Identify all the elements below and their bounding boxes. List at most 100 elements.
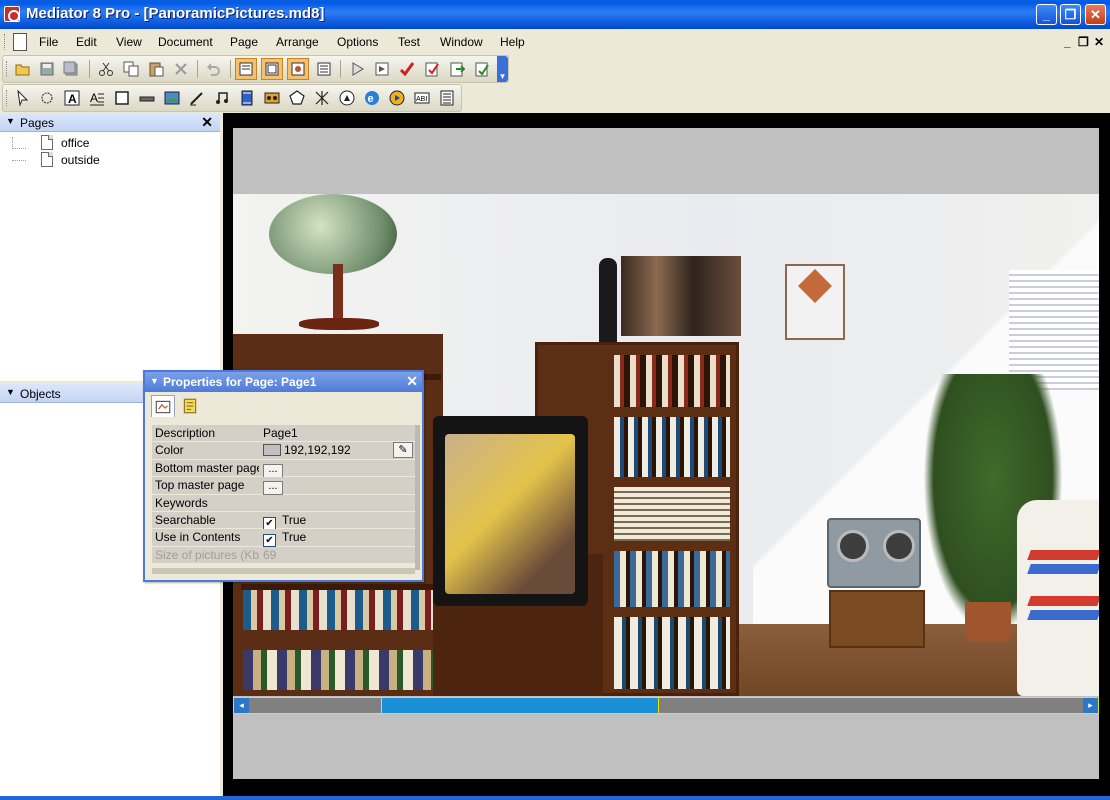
- color-value-cell[interactable]: 192,192,192 ✎: [260, 442, 415, 459]
- pointer-icon[interactable]: [15, 90, 31, 106]
- text-tool-icon[interactable]: A: [64, 90, 80, 106]
- mdi-restore-button[interactable]: ❐: [1078, 35, 1089, 49]
- document-icon[interactable]: [13, 33, 27, 51]
- description-value[interactable]: Page1: [260, 425, 415, 441]
- window-blinds: [1009, 270, 1099, 390]
- picture-view-icon[interactable]: [290, 61, 306, 77]
- play-icon[interactable]: [349, 61, 365, 77]
- use-in-contents-value[interactable]: ✔ True: [260, 529, 415, 548]
- property-grid: Description Page1 Color 192,192,192 ✎ Bo…: [152, 425, 415, 565]
- media-player-icon[interactable]: [389, 90, 405, 106]
- export-icon[interactable]: [449, 61, 465, 77]
- compass-tool-icon[interactable]: [339, 90, 355, 106]
- properties-scrollbar[interactable]: [415, 425, 420, 570]
- menubar-grip[interactable]: [4, 34, 7, 50]
- menu-document[interactable]: Document: [158, 35, 213, 49]
- app-icon[interactable]: [4, 6, 20, 22]
- preview-icon[interactable]: [374, 61, 390, 77]
- menu-edit[interactable]: Edit: [76, 35, 97, 49]
- list-view-icon[interactable]: [316, 61, 332, 77]
- scrollbar-thumb[interactable]: [381, 698, 659, 713]
- page-icon: [41, 135, 53, 150]
- menu-file[interactable]: File: [39, 35, 58, 49]
- menu-page[interactable]: Page: [230, 35, 258, 49]
- bottom-master-page-browse-button[interactable]: ...: [263, 463, 283, 478]
- video-tool-icon[interactable]: [239, 90, 255, 106]
- collapse-arrow-icon[interactable]: ▼: [6, 116, 15, 126]
- hotspot-tool-icon[interactable]: [314, 90, 330, 106]
- book-cell: [614, 417, 730, 477]
- cut-icon[interactable]: [98, 61, 114, 77]
- page-view-icon[interactable]: [238, 61, 254, 77]
- web-browser-icon[interactable]: e: [364, 90, 380, 106]
- check-icon[interactable]: [399, 61, 415, 77]
- property-row-description[interactable]: Description Page1: [152, 425, 415, 443]
- paste-icon[interactable]: [148, 61, 164, 77]
- toolbar-separator: [197, 60, 198, 78]
- flash-tool-icon[interactable]: [264, 90, 280, 106]
- toolbar-grip[interactable]: [6, 61, 9, 77]
- menu-help[interactable]: Help: [500, 35, 525, 49]
- open-icon[interactable]: [15, 61, 31, 77]
- use-in-contents-checkbox[interactable]: ✔: [263, 534, 276, 548]
- menu-view[interactable]: View: [116, 35, 142, 49]
- property-row-color[interactable]: Color 192,192,192 ✎: [152, 442, 415, 460]
- keywords-value[interactable]: [260, 495, 415, 511]
- list-tool-icon[interactable]: [439, 90, 455, 106]
- rectangle-tool-icon[interactable]: [114, 90, 130, 106]
- tab-properties[interactable]: [151, 395, 175, 417]
- rotate-icon[interactable]: [39, 90, 55, 106]
- pages-panel-close-button[interactable]: ✕: [201, 114, 213, 131]
- property-row-use-in-contents[interactable]: Use in Contents ✔ True: [152, 529, 415, 548]
- tv-screen: [445, 434, 575, 594]
- picture-tool-icon[interactable]: [164, 90, 180, 106]
- spell-check-icon[interactable]: [474, 61, 490, 77]
- bottom-master-page-value[interactable]: ...: [260, 460, 415, 478]
- collapse-arrow-icon[interactable]: ▼: [150, 376, 159, 386]
- delete-icon[interactable]: [173, 61, 189, 77]
- color-picker-button[interactable]: ✎: [393, 442, 413, 459]
- minimize-button[interactable]: _: [1036, 4, 1057, 25]
- save-icon[interactable]: [39, 61, 55, 77]
- property-row-keywords[interactable]: Keywords: [152, 494, 415, 512]
- scroll-right-icon[interactable]: ▸: [1083, 698, 1098, 713]
- copy-icon[interactable]: [123, 61, 139, 77]
- line-tool-icon[interactable]: [139, 90, 155, 106]
- books-row: [243, 590, 433, 630]
- sound-tool-icon[interactable]: [214, 90, 230, 106]
- scroll-left-icon[interactable]: ◂: [234, 698, 249, 713]
- top-master-page-browse-button[interactable]: ...: [263, 481, 283, 496]
- collapse-arrow-icon[interactable]: ▼: [6, 387, 15, 397]
- layout-view-icon[interactable]: [264, 61, 280, 77]
- pages-panel-header[interactable]: ▼ Pages ✕: [0, 113, 220, 132]
- property-name: Size of pictures (Kb): [155, 547, 259, 562]
- text-block-icon[interactable]: A: [89, 90, 105, 106]
- searchable-value[interactable]: ✔ True: [260, 512, 415, 530]
- undo-icon[interactable]: [205, 61, 221, 77]
- check-document-icon[interactable]: [424, 61, 440, 77]
- menu-arrange[interactable]: Arrange: [276, 35, 319, 49]
- mdi-minimize-button[interactable]: _: [1064, 35, 1071, 49]
- property-row-bottom-master-page[interactable]: Bottom master page ...: [152, 459, 415, 478]
- mdi-close-button[interactable]: ✕: [1094, 35, 1104, 49]
- tab-notes[interactable]: [179, 395, 203, 417]
- maximize-button[interactable]: ❐: [1060, 4, 1081, 25]
- panorama-scrollbar[interactable]: ◂ ▸: [233, 697, 1099, 714]
- draw-tool-icon[interactable]: [189, 90, 205, 106]
- close-button[interactable]: ✕: [1085, 4, 1106, 25]
- polygon-tool-icon[interactable]: [289, 90, 305, 106]
- property-row-top-master-page[interactable]: Top master page ...: [152, 477, 415, 496]
- top-master-page-value[interactable]: ...: [260, 477, 415, 496]
- menu-options[interactable]: Options: [337, 35, 378, 49]
- menu-test[interactable]: Test: [398, 35, 420, 49]
- properties-close-button[interactable]: ✕: [406, 373, 418, 390]
- toolbar-grip[interactable]: [6, 90, 9, 106]
- toolbar-overflow-chevron[interactable]: ▾: [497, 56, 508, 82]
- searchable-checkbox[interactable]: ✔: [263, 516, 276, 530]
- save-all-icon[interactable]: [63, 61, 79, 77]
- properties-title-bar[interactable]: ▼ Properties for Page: Page1 ✕: [145, 372, 422, 392]
- property-row-searchable[interactable]: Searchable ✔ True: [152, 511, 415, 530]
- menu-window[interactable]: Window: [440, 35, 483, 49]
- input-field-tool-icon[interactable]: ABI: [414, 90, 430, 106]
- book-cell: [614, 617, 730, 689]
